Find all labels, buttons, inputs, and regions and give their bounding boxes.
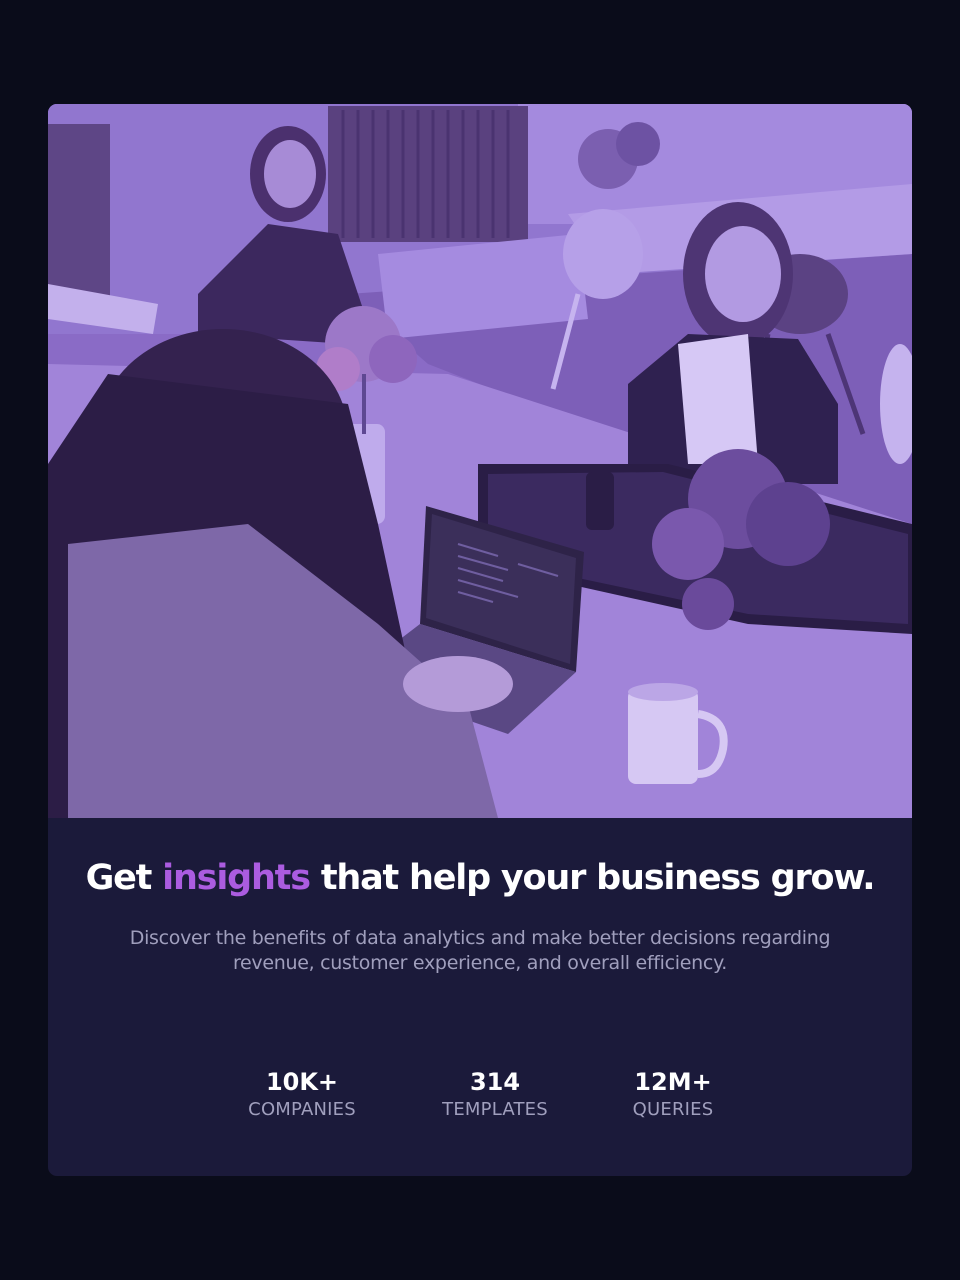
headline-lead: Get xyxy=(85,858,163,898)
stat-label: COMPANIES xyxy=(248,1099,356,1120)
headline: Get insights that help your business gro… xyxy=(48,852,912,904)
headline-accent-word: insights xyxy=(162,858,311,898)
stats-row: 10K+ COMPANIES 314 TEMPLATES 12M+ QUERIE… xyxy=(48,1066,912,1122)
stat-queries: 12M+ QUERIES xyxy=(592,1066,754,1122)
description: Discover the benefits of data analytics … xyxy=(129,927,831,974)
stat-label: TEMPLATES xyxy=(442,1099,548,1120)
stat-templates: 314 TEMPLATES xyxy=(398,1066,592,1122)
hero-image xyxy=(48,104,912,818)
stat-value: 12M+ xyxy=(634,1068,712,1096)
stats-preview-card: Get insights that help your business gro… xyxy=(48,104,912,1176)
stat-value: 10K+ xyxy=(265,1068,339,1096)
headline-trail: that help your business grow. xyxy=(309,858,876,898)
stat-value: 314 xyxy=(469,1068,521,1096)
stat-companies: 10K+ COMPANIES xyxy=(206,1066,398,1122)
stat-label: QUERIES xyxy=(632,1099,714,1120)
